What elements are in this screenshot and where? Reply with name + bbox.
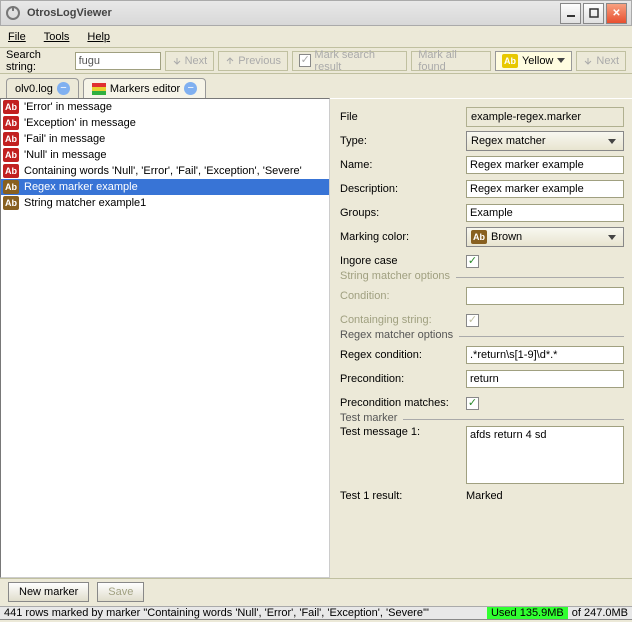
search-label: Search string:	[6, 49, 71, 73]
regex-matcher-section: Regex matcher options	[340, 329, 459, 341]
menu-file[interactable]: File	[8, 31, 26, 43]
marker-row-label: 'Null' in message	[24, 149, 106, 161]
test-message-input[interactable]: afds return 4 sd	[466, 426, 624, 484]
menubar: File Tools Help	[0, 26, 632, 48]
memory-total: of 247.0MB	[568, 606, 632, 620]
regex-condition-input[interactable]	[466, 346, 624, 364]
save-button: Save	[97, 582, 144, 602]
ab-red-icon: Ab	[3, 148, 19, 162]
name-input[interactable]	[466, 156, 624, 174]
memory-usage: Used 135.9MB	[487, 606, 568, 620]
mark-all-found[interactable]: Mark all found	[411, 51, 491, 71]
type-select[interactable]: Regex matcher	[466, 131, 624, 151]
file-display: example-regex.marker	[466, 107, 624, 127]
precondition-matches-checkbox: ✓	[466, 397, 479, 410]
marker-row[interactable]: Ab 'Error' in message	[1, 99, 329, 115]
chevron-down-icon	[608, 235, 616, 240]
search-input[interactable]	[75, 52, 161, 70]
ab-red-icon: Ab	[3, 100, 19, 114]
tabs: olv0.log− Markers editor−	[0, 74, 632, 98]
minimize-button[interactable]	[560, 3, 581, 24]
app-icon	[5, 5, 21, 21]
close-tab-icon[interactable]: −	[57, 82, 70, 95]
precondition-label: Precondition:	[340, 373, 460, 385]
description-input[interactable]	[466, 180, 624, 198]
marker-list[interactable]: Ab 'Error' in message Ab 'Exception' in mes…	[0, 98, 330, 578]
mark-search-result[interactable]: ✓Mark search result	[292, 51, 407, 71]
condition-label: Condition:	[340, 290, 460, 302]
containing-string-label: Containging string:	[340, 314, 460, 326]
marker-row-label: 'Exception' in message	[24, 117, 136, 129]
precondition-matches-label: Precondition matches:	[340, 397, 460, 409]
groups-label: Groups:	[340, 207, 460, 219]
menu-help[interactable]: Help	[87, 31, 110, 43]
file-label: File	[340, 111, 460, 123]
status-message: 441 rows marked by marker "Containing wo…	[0, 606, 487, 620]
description-label: Description:	[340, 183, 460, 195]
close-tab-icon[interactable]: −	[184, 82, 197, 95]
ignore-case-checkbox[interactable]: ✓	[466, 255, 479, 268]
ab-red-icon: Ab	[3, 132, 19, 146]
chevron-down-icon	[557, 58, 565, 63]
condition-input	[466, 287, 624, 305]
search-next-button-2[interactable]: Next	[576, 51, 626, 71]
ab-brown-icon: Ab	[3, 180, 19, 194]
marker-row-label: Regex marker example	[24, 181, 138, 193]
marking-color-select[interactable]: AbBrown	[466, 227, 624, 247]
marker-row-label: 'Error' in message	[24, 101, 112, 113]
tab-olv-log[interactable]: olv0.log−	[6, 78, 79, 98]
search-toolbar: Search string: Next Previous ✓Mark searc…	[0, 48, 632, 74]
footer: New marker Save	[0, 578, 632, 604]
containing-string-checkbox: ✓	[466, 314, 479, 327]
close-button[interactable]: ✕	[606, 3, 627, 24]
marker-row[interactable]: Ab 'Fail' in message	[1, 131, 329, 147]
ab-brown-icon: Ab	[471, 230, 487, 244]
marker-row[interactable]: Ab Containing words 'Null', 'Error', 'Fai…	[1, 163, 329, 179]
menu-tools[interactable]: Tools	[44, 31, 70, 43]
markers-icon	[92, 83, 106, 95]
marker-row-label: String matcher example1	[24, 197, 146, 209]
titlebar: OtrosLogViewer ✕	[0, 0, 632, 26]
ab-red-icon: Ab	[3, 164, 19, 178]
groups-input[interactable]	[466, 204, 624, 222]
marker-row[interactable]: Ab String matcher example1	[1, 195, 329, 211]
status-bar: 441 rows marked by marker "Containing wo…	[0, 604, 632, 622]
maximize-button[interactable]	[583, 3, 604, 24]
string-matcher-section: String matcher options	[340, 270, 456, 282]
marking-color-label: Marking color:	[340, 231, 460, 243]
marker-row-label: Containing words 'Null', 'Error', 'Fail'…	[24, 165, 302, 177]
tab-markers-editor[interactable]: Markers editor−	[83, 78, 206, 98]
content: Ab 'Error' in message Ab 'Exception' in mes…	[0, 98, 632, 578]
precondition-input[interactable]	[466, 370, 624, 388]
marker-row[interactable]: Ab Regex marker example	[1, 179, 329, 195]
ab-brown-icon: Ab	[3, 196, 19, 210]
window-title: OtrosLogViewer	[27, 7, 558, 19]
name-label: Name:	[340, 159, 460, 171]
ignore-case-label: Ingore case	[340, 255, 460, 267]
test-result-value: Marked	[466, 490, 503, 502]
ab-yellow-icon: Ab	[502, 54, 518, 68]
regex-condition-label: Regex condition:	[340, 349, 460, 361]
test-message-label: Test message 1:	[340, 426, 460, 438]
type-label: Type:	[340, 135, 460, 147]
search-previous-button[interactable]: Previous	[218, 51, 288, 71]
test-result-label: Test 1 result:	[340, 490, 460, 502]
mark-color-dropdown[interactable]: AbYellow	[495, 51, 572, 71]
test-marker-section: Test marker	[340, 412, 403, 424]
marker-row[interactable]: Ab 'Exception' in message	[1, 115, 329, 131]
form-panel: File example-regex.marker Type: Regex ma…	[330, 98, 632, 578]
new-marker-button[interactable]: New marker	[8, 582, 89, 602]
marker-row-label: 'Fail' in message	[24, 133, 105, 145]
search-next-button[interactable]: Next	[165, 51, 215, 71]
chevron-down-icon	[608, 139, 616, 144]
marker-row[interactable]: Ab 'Null' in message	[1, 147, 329, 163]
ab-red-icon: Ab	[3, 116, 19, 130]
